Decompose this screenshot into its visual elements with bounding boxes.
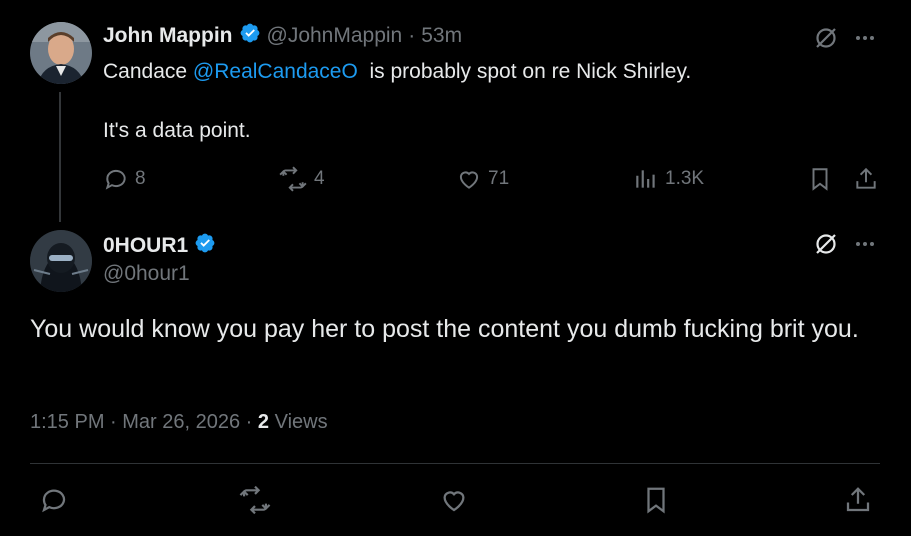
bookmark-button[interactable]	[641, 485, 671, 520]
share-button[interactable]	[843, 485, 873, 520]
main-post-text: You would know you pay her to post the c…	[30, 315, 859, 343]
reply-button[interactable]: 8	[103, 166, 146, 192]
share-button[interactable]	[853, 166, 879, 197]
more-options-icon[interactable]	[853, 234, 877, 259]
john-mappin-avatar[interactable]	[30, 22, 92, 84]
bookmark-icon	[647, 487, 665, 514]
verified-badge-icon	[239, 22, 261, 49]
parent-post-text-line2: It's a data point.	[103, 119, 251, 142]
thread-connector-line	[59, 92, 61, 222]
grok-icon[interactable]	[814, 26, 838, 55]
reply-count: 8	[135, 168, 146, 189]
grok-icon[interactable]	[814, 232, 838, 261]
separator-dot: ·	[408, 23, 416, 47]
views-count: 2	[257, 411, 270, 433]
views-button[interactable]: 1.3K	[633, 166, 704, 192]
more-options-icon[interactable]	[853, 28, 877, 53]
heart-icon	[443, 491, 465, 512]
author-name[interactable]: John Mappin	[103, 24, 233, 48]
views-label: Views	[274, 411, 328, 433]
verified-badge-icon	[194, 232, 216, 259]
repost-button[interactable]	[238, 485, 272, 520]
post-meta-row: 1:15 PM · Mar 26, 2026 · 2 Views	[30, 411, 328, 434]
like-button[interactable]: 71	[456, 166, 509, 192]
heart-icon	[459, 171, 479, 189]
reply-icon	[42, 489, 66, 513]
repost-icon	[239, 485, 271, 515]
post-time[interactable]: 53m	[421, 24, 462, 48]
post-timestamp[interactable]: 1:15 PM · Mar 26, 2026	[30, 411, 240, 433]
author-handle[interactable]: @JohnMappin	[267, 24, 403, 48]
author-name[interactable]: 0HOUR1	[103, 234, 188, 258]
main-author-row: 0HOUR1	[103, 232, 216, 259]
like-count: 71	[488, 168, 510, 189]
meta-separator: ·	[245, 411, 253, 433]
bookmark-icon	[812, 168, 828, 191]
text-suffix: is probably spot on re Nick Shirley.	[357, 60, 692, 83]
text-prefix: Candace	[103, 60, 193, 83]
reply-button[interactable]	[39, 485, 69, 520]
0hour1-avatar[interactable]	[30, 230, 92, 292]
mention-link[interactable]: @RealCandaceO	[193, 60, 358, 83]
repost-icon	[279, 166, 307, 192]
divider	[30, 463, 880, 464]
share-icon	[856, 167, 876, 189]
repost-button[interactable]: 4	[278, 166, 325, 192]
analytics-icon	[636, 170, 655, 188]
like-button[interactable]	[439, 485, 469, 520]
views-count: 1.3K	[665, 168, 705, 189]
repost-count: 4	[314, 168, 325, 189]
share-icon	[846, 487, 870, 512]
author-handle[interactable]: @0hour1	[103, 262, 190, 286]
reply-icon	[105, 169, 126, 190]
parent-post-text: Candace @RealCandaceO is probably spot o…	[103, 58, 691, 86]
bookmark-button[interactable]	[807, 166, 833, 197]
parent-author-row: John Mappin @JohnMappin · 53m	[103, 22, 462, 49]
